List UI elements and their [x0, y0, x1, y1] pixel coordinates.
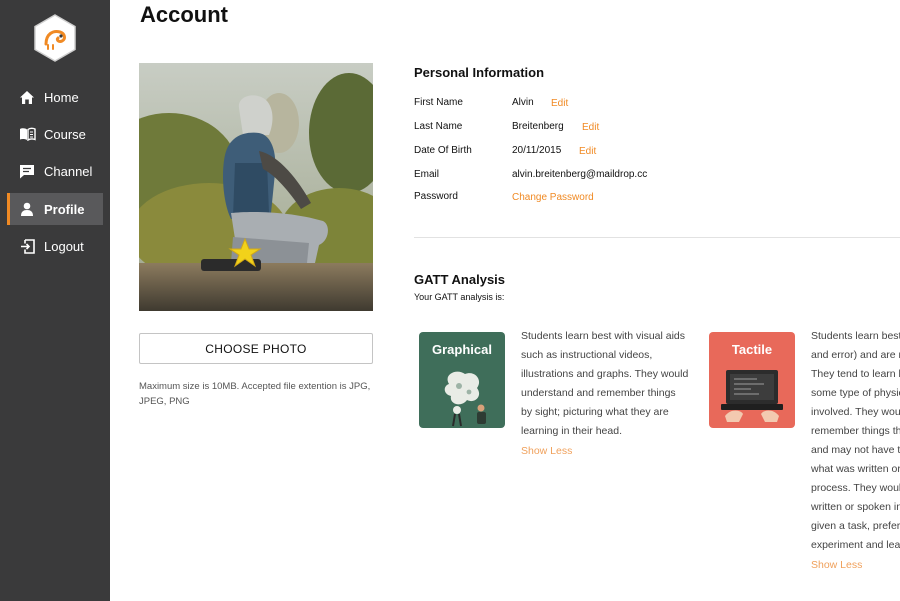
graphical-show-less-link[interactable]: Show Less: [521, 445, 572, 457]
last-name-label: Last Name: [414, 121, 463, 132]
chat-icon: [18, 162, 36, 180]
sidebar-item-label: Channel: [44, 163, 93, 179]
sidebar-item-label: Course: [44, 126, 86, 142]
sidebar-item-channel[interactable]: Channel: [7, 155, 103, 187]
date-of-birth-value: 20/11/2015: [512, 145, 562, 156]
graphical-description: Students learn best with visual aids suc…: [521, 327, 688, 441]
sidebar-item-profile[interactable]: Profile: [7, 193, 103, 225]
edit-first-name-link[interactable]: Edit: [551, 98, 568, 109]
chameleon-logo-icon[interactable]: [34, 14, 76, 62]
graphical-illustration-icon: [444, 371, 486, 427]
edit-date-of-birth-link[interactable]: Edit: [579, 146, 596, 157]
last-name-value: Breitenberg: [512, 121, 564, 132]
sidebar-item-label: Home: [44, 89, 79, 105]
description-line: process. They woul: [811, 482, 900, 494]
tactile-description: Students learn best and error) and are m…: [811, 327, 900, 555]
profile-photo: [139, 63, 373, 311]
description-line: involved. They woul: [811, 406, 900, 418]
section-divider: [414, 237, 900, 238]
description-line: learning in their head.: [521, 425, 622, 437]
photo-upload-note: Maximum size is 10MB. Accepted file exte…: [139, 381, 371, 407]
graphical-card: Graphical: [419, 332, 505, 428]
personal-info-title: Personal Information: [414, 65, 545, 80]
description-line: and may not have t: [811, 444, 900, 456]
description-line: understand and remember things: [521, 387, 676, 399]
change-password-link[interactable]: Change Password: [512, 192, 594, 203]
first-name-value: Alvin: [512, 97, 534, 108]
tactile-card: Tactile: [709, 332, 795, 428]
email-value: alvin.breitenberg@maildrop.cc: [512, 169, 648, 180]
description-line: Students learn best: [811, 330, 900, 342]
choose-photo-button[interactable]: CHOOSE PHOTO: [139, 333, 373, 364]
description-line: experiment and lea: [811, 539, 900, 551]
description-line: and error) and are m: [811, 349, 900, 361]
graphical-card-title: Graphical: [432, 342, 492, 357]
password-label: Password: [414, 191, 458, 202]
sidebar-item-home[interactable]: Home: [7, 81, 103, 113]
page-title: Account: [140, 2, 228, 27]
description-line: illustrations and graphs. They would: [521, 368, 689, 380]
tactile-card-title: Tactile: [731, 342, 773, 357]
tactile-show-less-link[interactable]: Show Less: [811, 559, 862, 571]
sidebar-item-course[interactable]: Course: [7, 118, 103, 150]
description-line: remember things th: [811, 425, 900, 437]
sidebar-item-label: Logout: [44, 238, 84, 254]
description-line: They tend to learn b: [811, 368, 900, 380]
logout-icon: [18, 237, 36, 255]
date-of-birth-label: Date Of Birth: [414, 145, 472, 156]
user-icon: [18, 200, 36, 218]
sidebar-item-logout[interactable]: Logout: [7, 230, 103, 262]
description-line: such as instructional videos,: [521, 349, 653, 361]
home-icon: [18, 88, 36, 106]
laptop-hands-illustration-icon: [721, 370, 783, 422]
sidebar-item-label: Profile: [44, 201, 85, 217]
first-name-label: First Name: [414, 97, 463, 108]
description-line: what was written or: [811, 463, 900, 475]
gatt-analysis-title: GATT Analysis: [414, 272, 506, 287]
description-line: Students learn best with visual aids: [521, 330, 686, 342]
sidebar: Home Course Channel Profile Logout: [0, 0, 110, 601]
description-line: some type of physic: [811, 387, 900, 399]
gatt-analysis-subtitle: Your GATT analysis is:: [414, 292, 505, 302]
description-line: written or spoken in: [811, 501, 900, 513]
book-icon: [18, 125, 36, 143]
edit-last-name-link[interactable]: Edit: [582, 122, 599, 133]
email-label: Email: [414, 169, 440, 180]
description-line: by sight; picturing what they are: [521, 406, 669, 418]
description-line: given a task, prefer: [811, 520, 900, 532]
